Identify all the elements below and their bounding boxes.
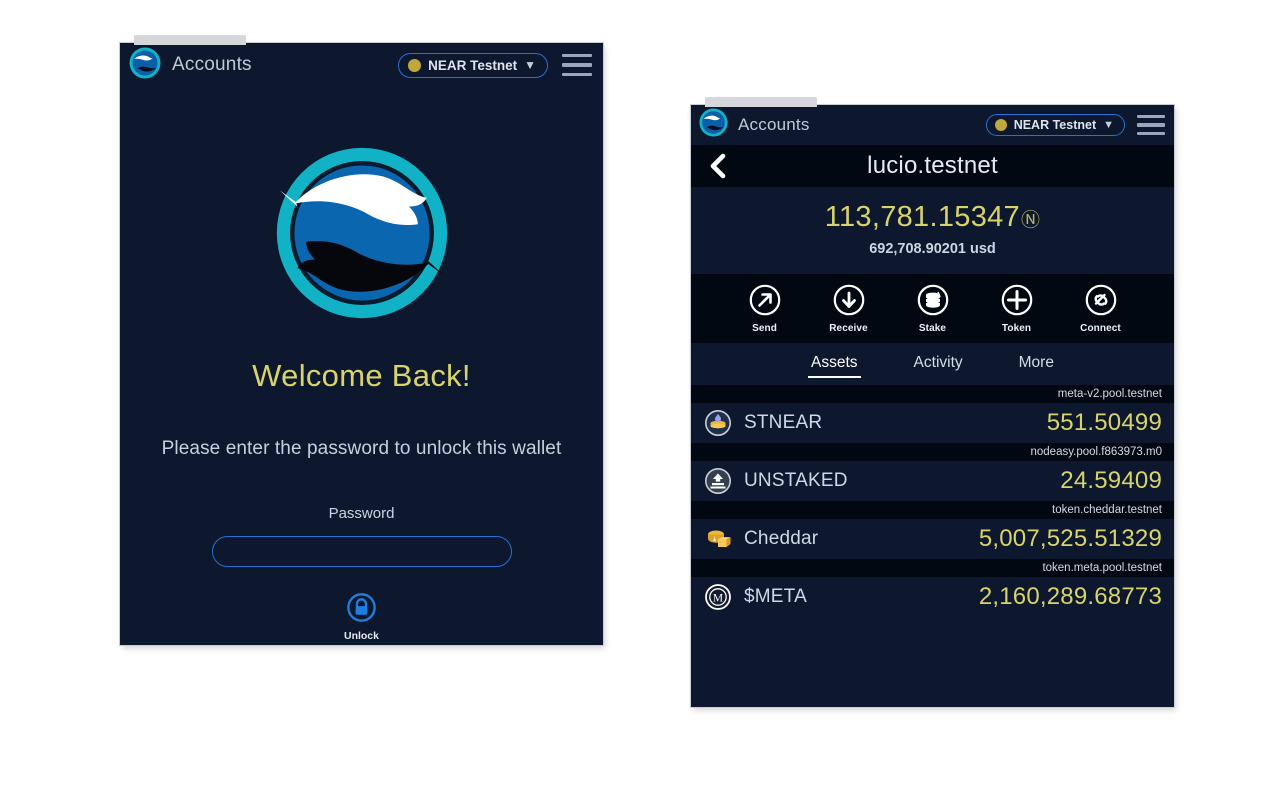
account-topbar-title: Accounts	[738, 115, 810, 134]
asset-symbol: $META	[744, 586, 807, 607]
coin-stack-icon	[917, 284, 949, 319]
narwhal-brand-logo-large-icon	[268, 139, 456, 332]
send-button[interactable]: Send	[737, 284, 793, 334]
hamburger-menu-icon[interactable]	[1137, 115, 1165, 135]
usd-balance: 692,708.90201 usd	[869, 241, 996, 257]
arrow-up-right-icon	[749, 284, 781, 319]
account-tabs: Assets Activity More	[691, 343, 1174, 385]
near-symbol-icon: Ⓝ	[1020, 210, 1041, 231]
window-nub	[705, 97, 817, 107]
welcome-heading: Welcome Back!	[252, 358, 471, 393]
asset-contract-id: token.meta.pool.testnet	[691, 559, 1174, 577]
tab-activity[interactable]: Activity	[911, 353, 966, 378]
hamburger-menu-icon[interactable]	[562, 54, 592, 76]
asset-symbol: STNEAR	[744, 412, 823, 433]
tab-more[interactable]: More	[1016, 353, 1057, 378]
asset-row[interactable]: Cheddar 5,007,525.51329	[691, 519, 1174, 559]
stake-button-label: Stake	[918, 323, 947, 334]
stnear-token-icon	[705, 410, 731, 436]
screen: Accounts NEAR Testnet ▼ Welcome Back! Pl…	[0, 0, 1280, 800]
action-buttons-row: Send Receive Stake Token Connect	[691, 274, 1174, 343]
asset-symbol: UNSTAKED	[744, 470, 848, 491]
lock-icon	[347, 593, 376, 625]
chevron-down-icon: ▼	[1103, 118, 1114, 131]
unlock-subtitle: Please enter the password to unlock this…	[161, 438, 562, 459]
tab-assets[interactable]: Assets	[808, 353, 861, 378]
asset-row[interactable]: UNSTAKED 24.59409	[691, 461, 1174, 501]
receive-button[interactable]: Receive	[821, 284, 877, 334]
password-input[interactable]	[211, 536, 512, 567]
asset-symbol: Cheddar	[744, 528, 819, 549]
stake-button[interactable]: Stake	[905, 284, 961, 334]
receive-button-label: Receive	[829, 323, 868, 334]
network-status-dot	[408, 58, 422, 72]
connect-button[interactable]: Connect	[1073, 284, 1129, 334]
asset-contract-id: meta-v2.pool.testnet	[691, 385, 1174, 403]
plus-icon	[1001, 284, 1033, 319]
link-icon	[1085, 284, 1117, 319]
account-name: lucio.testnet	[867, 152, 998, 179]
password-label: Password	[328, 505, 395, 522]
balance-block: 113,781.15347 Ⓝ 692,708.90201 usd	[691, 187, 1174, 274]
svg-text:M: M	[713, 592, 723, 604]
cheddar-token-icon	[705, 526, 731, 552]
network-selector[interactable]: NEAR Testnet ▼	[985, 114, 1125, 136]
account-header: lucio.testnet	[691, 145, 1174, 187]
asset-amount: 5,007,525.51329	[978, 525, 1162, 552]
account-detail-window: Accounts NEAR Testnet ▼ lucio.testnet 11…	[691, 97, 1174, 707]
token-button[interactable]: Token	[989, 284, 1045, 334]
unlock-body: Welcome Back! Please enter the password …	[120, 87, 603, 645]
meta-token-icon: M	[705, 584, 731, 610]
connect-button-label: Connect	[1080, 323, 1121, 334]
account-topbar: Accounts NEAR Testnet ▼	[691, 105, 1174, 145]
asset-contract-id: nodeasy.pool.f863973.m0	[691, 443, 1174, 461]
unstaked-token-icon	[705, 468, 731, 494]
narwhal-logo-icon	[129, 47, 161, 84]
unlock-topbar: Accounts NEAR Testnet ▼	[120, 43, 603, 87]
network-label: NEAR Testnet	[428, 57, 518, 73]
asset-contract-id: token.cheddar.testnet	[691, 501, 1174, 519]
asset-row[interactable]: M $META 2,160,289.68773	[691, 577, 1174, 617]
network-selector[interactable]: NEAR Testnet ▼	[398, 52, 548, 78]
asset-amount: 551.50499	[1046, 409, 1162, 436]
narwhal-logo-icon	[699, 108, 728, 142]
near-balance-amount: 113,781.15347	[824, 201, 1020, 233]
unlock-wallet-window: Accounts NEAR Testnet ▼ Welcome Back! Pl…	[120, 35, 603, 645]
chevron-down-icon: ▼	[524, 58, 536, 72]
window-nub	[134, 35, 246, 45]
assets-list: meta-v2.pool.testnet STNEAR 551.50499 no…	[691, 385, 1174, 617]
asset-row[interactable]: STNEAR 551.50499	[691, 403, 1174, 443]
network-status-dot	[994, 119, 1007, 131]
unlock-button-label: Unlock	[343, 630, 379, 642]
send-button-label: Send	[752, 323, 777, 334]
asset-amount: 24.59409	[1060, 467, 1162, 494]
arrow-down-icon	[833, 284, 865, 319]
unlock-button[interactable]: Unlock	[344, 593, 379, 642]
back-chevron-icon[interactable]	[703, 151, 733, 181]
asset-amount: 2,160,289.68773	[978, 583, 1162, 610]
token-button-label: Token	[1001, 323, 1032, 334]
network-label: NEAR Testnet	[1013, 118, 1097, 132]
unlock-topbar-title: Accounts	[172, 54, 252, 75]
near-balance: 113,781.15347 Ⓝ	[825, 201, 1041, 234]
